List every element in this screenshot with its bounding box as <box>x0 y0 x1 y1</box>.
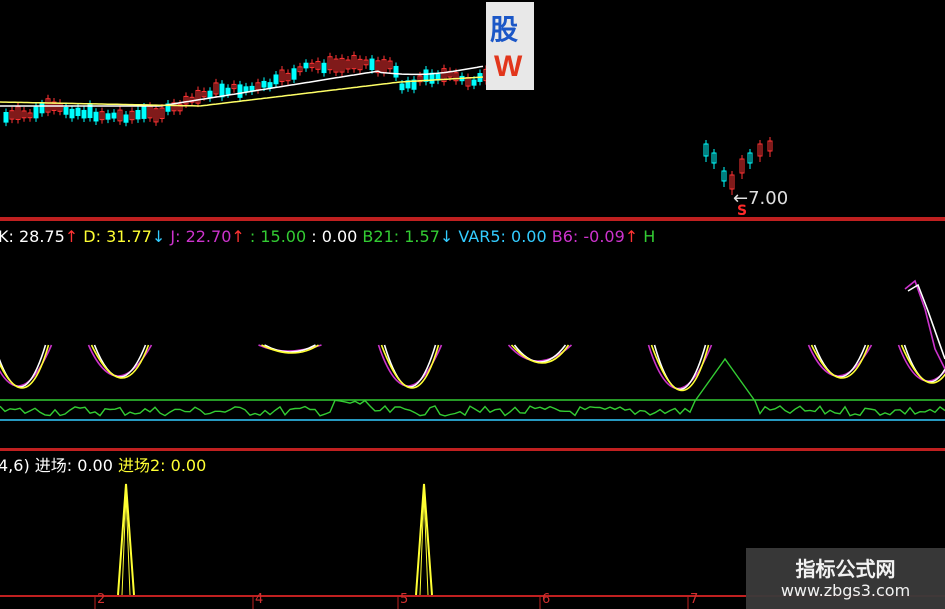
candle-body <box>291 68 297 80</box>
broker-logo: 股 W <box>486 2 534 90</box>
candle-body <box>123 114 129 123</box>
candle-body <box>33 106 39 119</box>
candle-body <box>81 109 87 119</box>
legend-item: ↓ <box>151 227 166 246</box>
candle-body <box>63 106 69 115</box>
logo-bottom-glyph: W <box>494 50 523 83</box>
legend-item: B21: 1.57 <box>357 227 440 246</box>
legend-item: ↑ <box>624 227 639 246</box>
k-line <box>93 344 147 378</box>
candlestick-chart[interactable] <box>0 0 945 219</box>
kdj-indicator-pane[interactable]: K: 28.75↑ D: 31.77↓ J: 22.70↑ : 15.00 : … <box>0 219 945 450</box>
kdj-legend: K: 28.75↑ D: 31.77↓ J: 22.70↑ : 15.00 : … <box>0 227 655 247</box>
legend-item: K: 28.75 <box>0 227 65 246</box>
candle-body <box>225 87 231 95</box>
candle-body <box>207 90 213 99</box>
kdj-indicator-chart[interactable] <box>0 219 945 450</box>
j-line <box>897 344 945 382</box>
candle-body <box>399 83 405 91</box>
candle-body <box>243 86 249 92</box>
legend-item: : 0.00 <box>306 227 358 246</box>
entry-legend: 4,6) 进场: 0.00 进场2: 0.00 <box>0 456 206 476</box>
k-line <box>383 344 437 388</box>
sell-signal-marker: S <box>737 203 748 219</box>
legend-item: 进场: 0.00 <box>29 456 113 475</box>
axis-tick-label: 4 <box>255 592 264 607</box>
k-line <box>813 344 867 378</box>
candle-body <box>111 112 117 119</box>
axis-tick-label: 5 <box>400 592 409 607</box>
axis-tick-label: 6 <box>542 592 551 607</box>
candle-body <box>273 74 279 85</box>
legend-item: H <box>638 227 656 246</box>
candle-body <box>219 83 225 98</box>
axis-tick-label: 7 <box>690 592 699 607</box>
k-line <box>513 344 567 363</box>
j-line <box>904 279 945 370</box>
legend-item: 进场2: 0.00 <box>112 456 207 475</box>
candle-body <box>261 80 267 88</box>
candle-body <box>3 112 9 123</box>
candle-body <box>93 111 99 122</box>
candle-body <box>471 79 477 86</box>
legend-item: ↑ <box>64 227 79 246</box>
candle-body <box>369 58 375 71</box>
candle-body <box>141 106 147 119</box>
candle-body <box>69 108 75 119</box>
watermark-url: www.zbgs3.com <box>780 581 911 600</box>
legend-item: J: 22.70 <box>165 227 232 246</box>
candle-body <box>105 113 111 120</box>
k-line <box>907 283 945 360</box>
candle-body <box>135 109 141 120</box>
site-watermark: 指标公式网 www.zbgs3.com <box>746 548 945 609</box>
axis-tick-label: 2 <box>97 592 106 607</box>
candle-body <box>267 82 273 89</box>
k-line <box>653 344 707 391</box>
legend-item: 4,6) <box>0 456 30 475</box>
logo-top-glyph: 股 <box>490 13 519 46</box>
candle-body <box>303 62 309 69</box>
candle-body <box>237 84 243 98</box>
legend-item: D: 31.77 <box>78 227 152 246</box>
candle-body <box>429 72 435 84</box>
legend-item: ↑ <box>231 227 245 246</box>
price-chart-pane[interactable]: 股 W ←7.00 S <box>0 0 945 219</box>
candle-body <box>393 65 399 78</box>
legend-item: ↓ <box>439 227 454 246</box>
legend-item: : 15.00 <box>244 227 307 246</box>
legend-item: B6: -0.09 <box>546 227 625 246</box>
watermark-title: 指标公式网 <box>795 557 896 581</box>
candle-body <box>75 107 81 117</box>
green-indicator-line <box>0 357 945 417</box>
legend-item: VAR5: 0.00 <box>453 227 547 246</box>
candle-body <box>321 62 327 74</box>
